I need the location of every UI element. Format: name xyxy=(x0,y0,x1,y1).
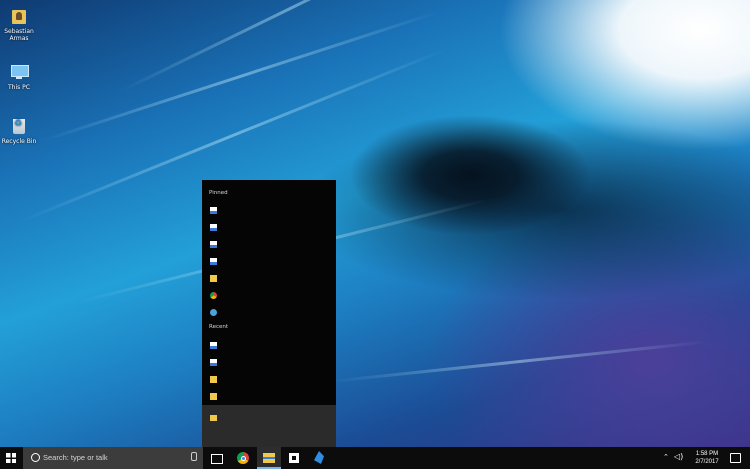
chrome-icon xyxy=(237,452,249,464)
recent-item[interactable] xyxy=(209,357,329,369)
pinned-item[interactable] xyxy=(209,307,329,319)
task-view-icon xyxy=(211,454,223,464)
taskbar-chrome-button[interactable] xyxy=(231,447,255,469)
chevron-up-icon[interactable]: ⌃ xyxy=(663,453,669,461)
search-box[interactable]: Search: type or talk xyxy=(23,447,203,469)
pinned-item[interactable] xyxy=(209,205,329,217)
desktop-icon-this-pc[interactable]: This PC xyxy=(0,62,38,91)
pinned-item[interactable] xyxy=(209,273,329,285)
document-icon xyxy=(210,207,217,214)
folder-icon xyxy=(210,393,217,400)
taskbar-app-button[interactable] xyxy=(307,447,331,469)
document-icon xyxy=(210,224,217,231)
globe-icon xyxy=(210,309,217,316)
store-icon xyxy=(289,453,299,463)
document-icon xyxy=(210,258,217,265)
recycle-bin-icon xyxy=(9,116,29,136)
jump-list-open-app[interactable] xyxy=(202,405,336,447)
taskbar-store-button[interactable] xyxy=(282,447,306,469)
document-icon xyxy=(210,359,217,366)
desktop-icon-label: Sebastian Armas xyxy=(4,28,34,42)
recent-item[interactable] xyxy=(209,391,329,403)
recent-item[interactable] xyxy=(209,374,329,386)
clock-date: 2/7/2017 xyxy=(695,459,719,465)
desktop-icon-label: Recycle Bin xyxy=(1,138,37,145)
clock-time: 1:58 PM xyxy=(695,451,719,457)
pinned-item[interactable] xyxy=(209,290,329,302)
taskbar-file-explorer-button[interactable] xyxy=(257,447,281,469)
folder-icon xyxy=(210,376,217,383)
document-icon xyxy=(210,241,217,248)
chrome-icon xyxy=(210,292,217,299)
desktop-wallpaper: Sebastian Armas This PC Recycle Bin xyxy=(0,0,750,447)
wallpaper-streak xyxy=(119,0,463,93)
desktop-icon-label: This PC xyxy=(8,84,30,91)
pinned-section-label: Pinned xyxy=(209,190,228,196)
taskbar: Search: type or talk ⌃ ◁) 1:58 PM 2/7/20… xyxy=(0,447,750,469)
document-icon xyxy=(210,342,217,349)
pinned-item[interactable] xyxy=(209,256,329,268)
pinned-item[interactable] xyxy=(209,239,329,251)
user-folder-icon xyxy=(9,6,29,26)
microphone-icon[interactable] xyxy=(191,452,197,461)
start-button[interactable] xyxy=(0,447,22,469)
app-icon xyxy=(314,451,324,464)
action-center-icon[interactable] xyxy=(730,453,741,463)
computer-icon xyxy=(9,62,29,82)
task-view-button[interactable] xyxy=(204,447,228,469)
search-placeholder: Search: type or talk xyxy=(43,453,108,462)
wallpaper-streak xyxy=(329,340,709,383)
file-explorer-icon xyxy=(263,453,275,463)
recent-section-label: Recent xyxy=(209,324,229,330)
cortana-icon xyxy=(31,453,40,462)
desktop-icon-recycle-bin[interactable]: Recycle Bin xyxy=(0,116,38,145)
speaker-icon[interactable]: ◁) xyxy=(674,452,683,461)
pinned-item[interactable] xyxy=(209,222,329,234)
desktop-icon-user-folder[interactable]: Sebastian Armas xyxy=(0,6,38,42)
file-explorer-jump-list: Pinned Recent xyxy=(202,180,336,447)
file-explorer-icon xyxy=(210,415,217,421)
clock[interactable]: 1:58 PM 2/7/2017 xyxy=(692,450,722,466)
windows-logo-icon xyxy=(6,453,16,463)
folder-icon xyxy=(210,275,217,282)
recent-item[interactable] xyxy=(209,340,329,352)
